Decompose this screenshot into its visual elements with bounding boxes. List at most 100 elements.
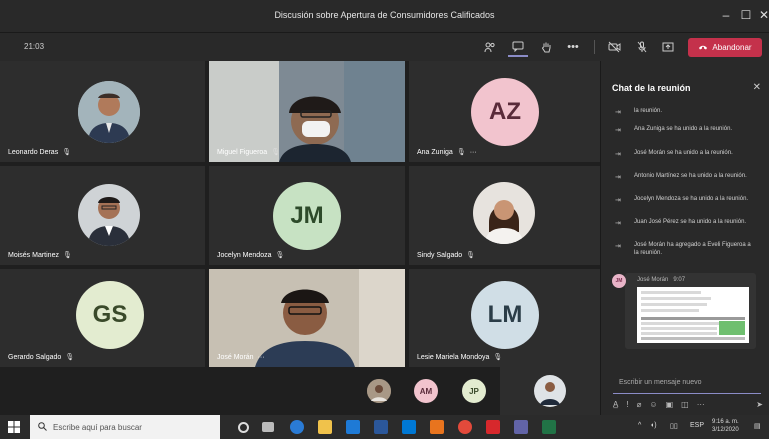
- app-icon[interactable]: [430, 420, 444, 434]
- chat-message: ⇥ Jocelyn Mendoza se ha unido a la reunió…: [615, 196, 749, 204]
- network-icon[interactable]: ▯▯: [670, 422, 678, 430]
- meeting-toolbar: 21:03 ••• Abandonar: [0, 33, 769, 61]
- chrome-icon[interactable]: [458, 420, 472, 434]
- avatar: [534, 375, 566, 407]
- avatar: [473, 182, 535, 244]
- avatar[interactable]: [367, 379, 391, 403]
- search-icon: [38, 421, 47, 433]
- chat-message: ⇥ Antonio Martínez se ha unido a la reuni…: [615, 173, 747, 181]
- participant-tile[interactable]: LM Lesie Mariela Mondoya 🎙: [409, 269, 600, 367]
- close-icon[interactable]: ✕: [753, 82, 761, 93]
- participant-name: Ana Zuniga 🎙 ···: [417, 148, 477, 157]
- format-icon[interactable]: A̲: [613, 400, 618, 409]
- more-icon[interactable]: ···: [470, 149, 477, 156]
- share-icon[interactable]: [658, 37, 678, 57]
- emoji-icon[interactable]: ☺: [649, 400, 657, 409]
- attach-icon[interactable]: ⌀: [637, 400, 642, 409]
- gif-icon[interactable]: ▣: [666, 400, 674, 409]
- compose-toolbar: A̲ ! ⌀ ☺ ▣ ◫ ··· ➤: [613, 398, 763, 410]
- excel-icon[interactable]: [542, 420, 556, 434]
- close-button[interactable]: ✕: [756, 8, 769, 22]
- send-icon[interactable]: ➤: [756, 400, 763, 409]
- participant-name: Miguel Figueroa 🎙: [217, 148, 281, 157]
- sticker-icon[interactable]: ◫: [681, 400, 689, 409]
- video-feed: [209, 61, 405, 162]
- tray-chevron-icon[interactable]: ^: [638, 422, 641, 429]
- windows-taskbar: Escribe aquí para buscar ^ ◖) ▯▯ ESP 9:1…: [0, 415, 769, 439]
- participant-strip: AM JP: [0, 367, 600, 415]
- avatar-initials: GS: [76, 281, 144, 349]
- system-clock[interactable]: 9:16 a. m. 3/12/2020: [712, 418, 739, 434]
- join-icon: ⇥: [615, 151, 621, 158]
- avatar-initials: LM: [471, 281, 539, 349]
- chat-message: ⇥ Juan José Pérez se ha unido a la reunió…: [615, 219, 747, 227]
- participant-tile[interactable]: Sindy Salgado 🎙: [409, 166, 600, 265]
- avatar-initials[interactable]: JP: [462, 379, 486, 403]
- bubble-header: José Morán 9:07: [637, 277, 686, 283]
- avatar-initials: JM: [612, 274, 626, 288]
- store-icon[interactable]: [346, 420, 360, 434]
- more-icon[interactable]: ···: [697, 400, 705, 409]
- cortana-icon[interactable]: [238, 422, 249, 433]
- camera-off-icon[interactable]: [604, 37, 624, 57]
- raise-hand-icon[interactable]: [536, 37, 556, 57]
- outlook-icon[interactable]: [402, 420, 416, 434]
- participant-name: Gerardo Salgado 🎙: [8, 353, 75, 362]
- avatar-initials: AZ: [471, 78, 539, 146]
- join-icon: ⇥: [615, 243, 621, 250]
- teams-window: Discusión sobre Apertura de Consumidores…: [0, 0, 769, 439]
- teams-icon[interactable]: [514, 420, 528, 434]
- spreadsheet-image[interactable]: [637, 287, 749, 343]
- edge-icon[interactable]: [290, 420, 304, 434]
- notifications-icon[interactable]: ▤: [754, 422, 761, 430]
- people-icon[interactable]: [480, 37, 500, 57]
- participant-name: Lesie Mariela Mondoya 🎙: [417, 353, 503, 362]
- minimize-button[interactable]: –: [718, 8, 734, 22]
- mic-off-icon: 🎙: [466, 252, 476, 259]
- mic-off-icon[interactable]: [632, 37, 652, 57]
- participant-tile[interactable]: Miguel Figueroa 🎙: [209, 61, 405, 162]
- search-placeholder: Escribe aquí para buscar: [53, 422, 142, 432]
- participant-tile[interactable]: GS Gerardo Salgado 🎙: [0, 269, 205, 367]
- leave-button[interactable]: Abandonar: [688, 38, 762, 57]
- important-icon[interactable]: !: [626, 400, 628, 409]
- chat-title: Chat de la reunión: [612, 83, 691, 93]
- join-icon: ⇥: [615, 174, 621, 181]
- participant-name: Sindy Salgado 🎙: [417, 251, 476, 260]
- avatar-initials[interactable]: AM: [414, 379, 438, 403]
- participant-tile[interactable]: JM Jocelyn Mendoza 🎙: [209, 166, 405, 265]
- mic-off-icon: 🎙: [62, 252, 72, 259]
- avatar: [78, 81, 140, 143]
- chat-panel: Chat de la reunión ✕ ⇥ la reunión. ⇥ Ana Z…: [600, 61, 769, 415]
- participant-tile[interactable]: Leonardo Deras 🎙: [0, 61, 205, 162]
- chat-message: ⇥ José Morán ha agregado a Eveli Figueroa…: [615, 242, 751, 256]
- phone-icon: [698, 43, 708, 52]
- word-icon[interactable]: [374, 420, 388, 434]
- self-view-tile[interactable]: [500, 367, 600, 415]
- chat-icon[interactable]: [508, 37, 528, 57]
- taskbar-search[interactable]: Escribe aquí para buscar: [30, 415, 220, 439]
- join-icon: ⇥: [615, 109, 621, 116]
- task-view-icon[interactable]: [262, 422, 274, 432]
- volume-icon[interactable]: ◖): [650, 422, 657, 429]
- video-grid: Leonardo Deras 🎙 Miguel Figueroa 🎙 AZ Ana: [0, 61, 600, 367]
- participant-tile[interactable]: José Morán ···: [209, 269, 405, 367]
- acrobat-icon[interactable]: [486, 420, 500, 434]
- participant-tile[interactable]: Moisés Martinez 🎙: [0, 166, 205, 265]
- participant-tile[interactable]: AZ Ana Zuniga 🎙 ···: [409, 61, 600, 162]
- mic-off-icon: 🎙: [456, 149, 466, 156]
- more-icon[interactable]: ···: [258, 354, 265, 361]
- message-input[interactable]: Escribir un mensaje nuevo: [613, 372, 761, 394]
- file-explorer-icon[interactable]: [318, 420, 332, 434]
- title-bar: Discusión sobre Apertura de Consumidores…: [0, 0, 769, 33]
- mic-off-icon: 🎙: [65, 354, 75, 361]
- avatar: [78, 184, 140, 246]
- mic-off-icon: 🎙: [271, 149, 281, 156]
- windows-start-icon[interactable]: [8, 421, 20, 436]
- more-icon[interactable]: •••: [563, 37, 583, 57]
- mic-off-icon: 🎙: [275, 252, 285, 259]
- participant-name: Leonardo Deras 🎙: [8, 148, 72, 157]
- language-indicator[interactable]: ESP: [690, 422, 704, 429]
- maximize-button[interactable]: ☐: [738, 8, 754, 22]
- chat-message: ⇥ Ana Zuniga se ha unido a la reunión.: [615, 126, 733, 134]
